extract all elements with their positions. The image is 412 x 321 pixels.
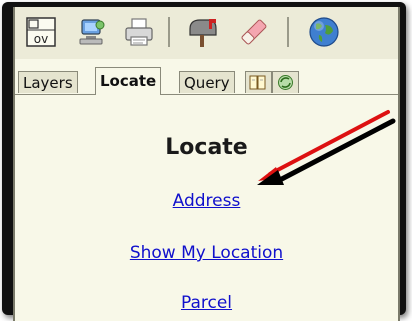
tab-bookmarks-icon[interactable] <box>245 71 272 93</box>
tool-panel: ov Layers Locate Query Locate Address Sh… <box>13 7 400 321</box>
parcel-link[interactable]: Parcel <box>15 293 398 313</box>
show-my-location-link[interactable]: Show My Location <box>15 243 398 263</box>
tab-layers[interactable]: Layers <box>18 71 78 93</box>
tab-locate[interactable]: Locate <box>95 67 162 95</box>
address-link[interactable]: Address <box>15 191 398 211</box>
overview-label: ov <box>34 32 48 46</box>
toolbar-separator <box>287 17 289 47</box>
mailbox-icon[interactable] <box>185 15 219 49</box>
identify-icon[interactable] <box>74 15 108 49</box>
tab-refresh-icon[interactable] <box>272 71 299 93</box>
toolbar: ov <box>15 7 398 59</box>
tab-query[interactable]: Query <box>179 71 235 93</box>
eraser-icon[interactable] <box>237 15 271 49</box>
overview-map-icon[interactable]: ov <box>24 15 58 49</box>
locate-pane: Locate Address Show My Location Parcel <box>15 95 398 321</box>
tab-bar: Layers Locate Query <box>15 67 398 97</box>
print-icon[interactable] <box>122 15 156 49</box>
globe-icon[interactable] <box>307 15 341 49</box>
locate-title: Locate <box>165 135 248 160</box>
toolbar-separator <box>168 17 170 47</box>
